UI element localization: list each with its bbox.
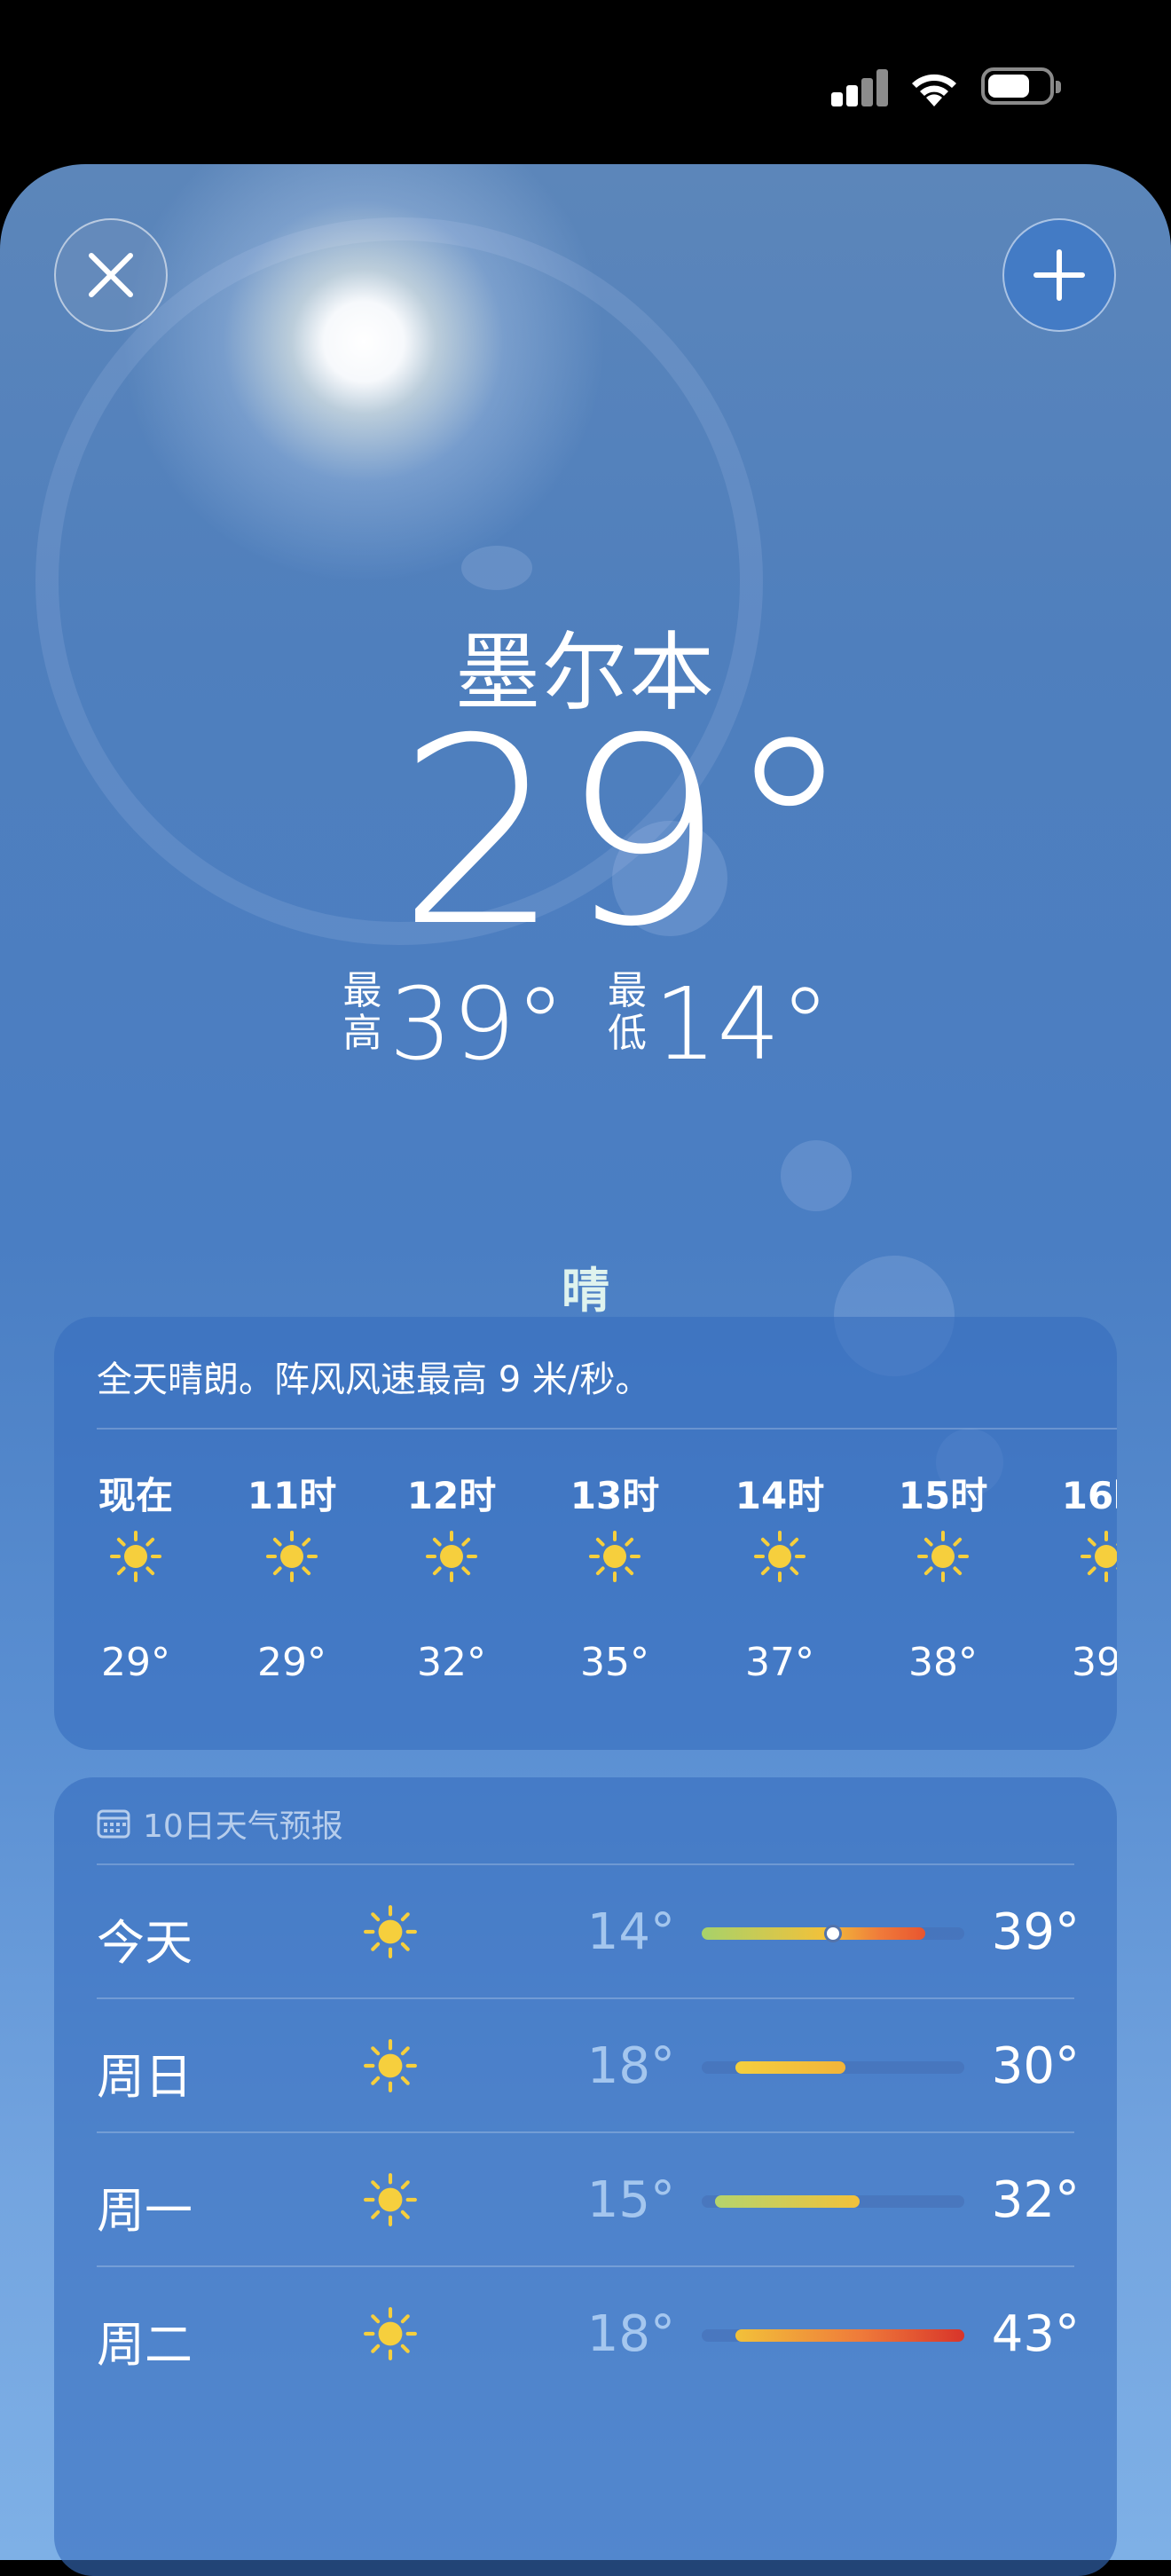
close-icon — [89, 253, 133, 297]
temperature-range-bar — [702, 2061, 964, 2074]
hourly-forecast-card[interactable]: 全天晴朗。阵风风速最高 9 米/秒。 现在 29° 11时 29° 12时 32° 13时 3… — [54, 1317, 1117, 1750]
hour-label: 现在 — [98, 1474, 173, 1517]
status-bar — [0, 0, 1171, 164]
temperature-range-bar — [702, 2329, 964, 2342]
day-name: 周日 — [97, 2049, 193, 2105]
hour-temperature: 38° — [908, 1640, 978, 1685]
calendar-icon — [97, 1809, 130, 1839]
sun-icon — [1080, 1530, 1117, 1583]
daily-row[interactable]: 今天 14° 39° — [54, 1863, 1117, 1997]
battery-icon — [981, 67, 1061, 105]
sun-icon — [425, 1530, 478, 1583]
day-name: 周一 — [97, 2183, 193, 2239]
day-low-temperature: 15° — [586, 2171, 675, 2229]
hour-temperature: 29° — [257, 1640, 326, 1685]
close-button[interactable] — [54, 218, 168, 332]
day-high-temperature: 30° — [991, 2037, 1080, 2095]
sun-icon — [265, 1530, 318, 1583]
temperature-range-fill — [715, 2195, 860, 2208]
temperature-range-fill — [702, 1927, 925, 1940]
high-label: 最高 — [342, 968, 382, 1056]
day-name: 今天 — [97, 1915, 193, 1971]
day-low-temperature: 18° — [586, 2037, 675, 2095]
lens-flare — [461, 546, 532, 590]
day-high-temperature: 32° — [991, 2171, 1080, 2229]
temperature-range-fill — [735, 2061, 845, 2074]
daily-forecast-header: 10日天气预报 — [97, 1800, 343, 1847]
hour-temperature: 39° — [1072, 1640, 1117, 1685]
hour-temperature: 29° — [101, 1640, 170, 1685]
high-temperature: 39° — [389, 967, 565, 1083]
hour-label: 13时 — [570, 1474, 660, 1517]
lens-flare — [781, 1140, 852, 1211]
day-high-temperature: 43° — [991, 2305, 1080, 2363]
day-low-temperature: 14° — [586, 1903, 675, 1961]
hour-label: 15时 — [898, 1474, 988, 1517]
hour-temperature: 37° — [745, 1640, 814, 1685]
sun-icon — [363, 2038, 418, 2093]
sun-icon — [109, 1530, 162, 1583]
hour-label: 11时 — [247, 1474, 337, 1517]
current-temp-marker — [824, 1925, 842, 1942]
daily-row[interactable]: 周二 18° 43° — [54, 2265, 1117, 2399]
temperature-range-fill — [735, 2329, 964, 2342]
day-name: 周二 — [97, 2317, 193, 2373]
temperature-range-bar — [702, 1925, 964, 1942]
low-temperature: 14° — [654, 967, 830, 1083]
forecast-summary: 全天晴朗。阵风风速最高 9 米/秒。 — [97, 1359, 651, 1400]
sun-icon — [363, 2306, 418, 2361]
sun-icon — [363, 1904, 418, 1959]
daily-forecast-card[interactable]: 10日天气预报 今天 14° 39° 周日 18° 30° 周一 15° 32° 周二 18° 43° — [54, 1777, 1117, 2576]
daily-forecast-title: 10日天气预报 — [143, 1808, 343, 1845]
current-temperature: 29° — [397, 684, 853, 983]
hour-label: 12时 — [406, 1474, 497, 1517]
daily-row[interactable]: 周一 15° 32° — [54, 2131, 1117, 2265]
cellular-signal-icon — [831, 69, 890, 106]
hour-temperature: 35° — [580, 1640, 649, 1685]
high-low-temperatures: 最高39° 最低14° — [0, 967, 1171, 1083]
daily-row[interactable]: 周日 18° 30° — [54, 1997, 1117, 2131]
sun-icon — [588, 1530, 641, 1583]
wifi-icon — [912, 74, 956, 106]
day-high-temperature: 39° — [991, 1903, 1080, 1961]
add-location-button[interactable] — [1002, 218, 1116, 332]
hour-label: 16时 — [1061, 1474, 1117, 1517]
hour-label: 14时 — [735, 1474, 825, 1517]
hour-temperature: 32° — [417, 1640, 486, 1685]
day-low-temperature: 18° — [586, 2305, 675, 2363]
sun-icon — [916, 1530, 970, 1583]
temperature-range-bar — [702, 2195, 964, 2208]
sun-icon — [753, 1530, 806, 1583]
plus-icon — [1033, 249, 1085, 301]
weather-condition: 晴 — [562, 1263, 609, 1319]
divider — [97, 1428, 1117, 1430]
low-label: 最低 — [608, 968, 647, 1056]
sun-icon — [363, 2172, 418, 2227]
